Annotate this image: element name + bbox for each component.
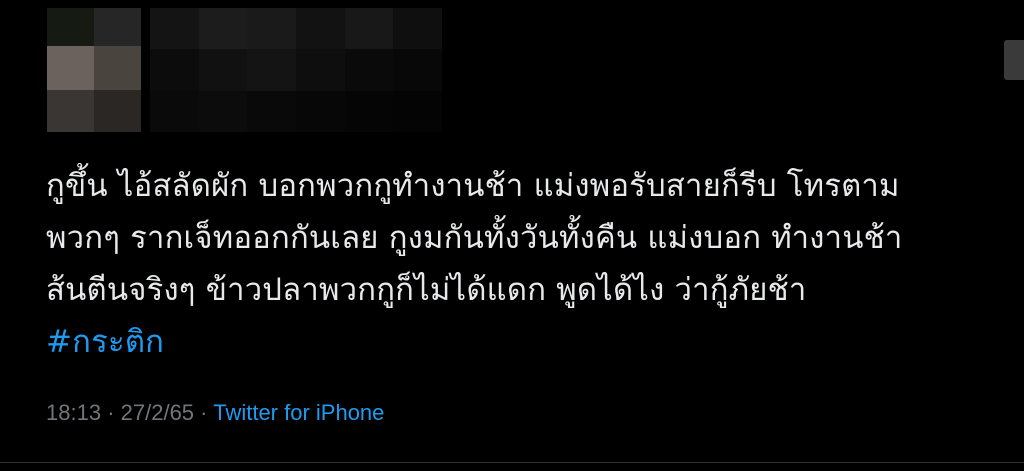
tweet-text-line: ส้นตีนจริงๆ ข้าวปลาพวกกูก็ไม่ได้แดก พูดไ… [46, 272, 807, 308]
tweet-date[interactable]: 27/2/65 [121, 400, 194, 425]
tweet-text-line: พวกๆ รากเจ็ทออกกันเลย กูงมกันทั้งวันทั้ง… [46, 220, 903, 256]
more-options-icon[interactable] [1004, 40, 1024, 80]
tweet-text-line: กูขึ้น ไอ้สลัดผัก บอกพวกกูทำงานช้า แม่งพ… [46, 168, 900, 204]
tweet-source-link[interactable]: Twitter for iPhone [213, 400, 384, 425]
author-name-blurred[interactable] [150, 8, 442, 132]
meta-separator: · [107, 400, 115, 425]
avatar[interactable] [47, 8, 141, 132]
divider [0, 462, 1024, 463]
tweet-meta: 18:13 · 27/2/65 · Twitter for iPhone [46, 397, 384, 429]
tweet-text: กูขึ้น ไอ้สลัดผัก บอกพวกกูทำงานช้า แม่งพ… [46, 160, 1006, 368]
hashtag-link[interactable]: #กระติก [46, 316, 1006, 368]
meta-separator: · [200, 400, 208, 425]
tweet: กูขึ้น ไอ้สลัดผัก บอกพวกกูทำงานช้า แม่งพ… [0, 0, 1024, 471]
tweet-time[interactable]: 18:13 [46, 400, 101, 425]
